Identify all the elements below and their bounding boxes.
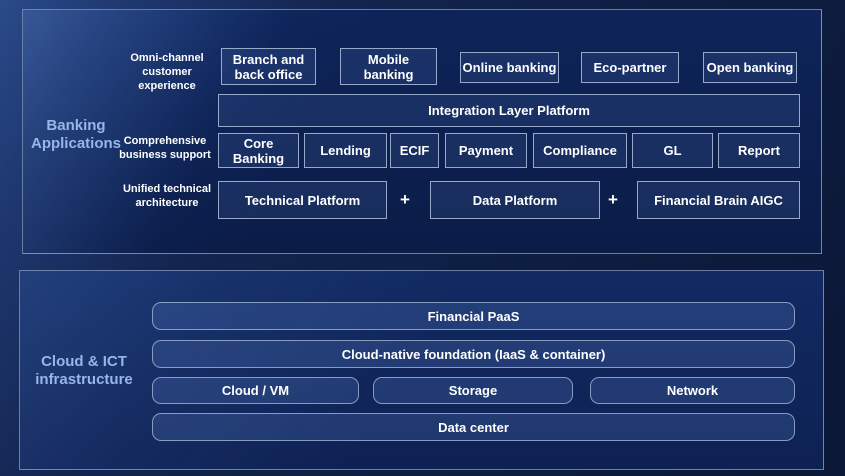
box-eco-partner: Eco-partner bbox=[581, 52, 679, 83]
box-core-banking: Core Banking bbox=[218, 133, 299, 168]
architecture-diagram: Banking Applications Omni-channel custom… bbox=[0, 0, 845, 476]
box-payment: Payment bbox=[445, 133, 527, 168]
box-network: Network bbox=[590, 377, 795, 404]
box-data-platform: Data Platform bbox=[430, 181, 600, 219]
box-financial-paas: Financial PaaS bbox=[152, 302, 795, 330]
label-omni-channel: Omni-channel customer experience bbox=[118, 51, 216, 93]
box-mobile-banking: Mobile banking bbox=[340, 48, 437, 85]
box-online-banking: Online banking bbox=[460, 52, 559, 83]
box-cloud-native-foundation: Cloud-native foundation (IaaS & containe… bbox=[152, 340, 795, 368]
box-integration-layer-platform: Integration Layer Platform bbox=[218, 94, 800, 127]
box-open-banking: Open banking bbox=[703, 52, 797, 83]
box-financial-brain-aigc: Financial Brain AIGC bbox=[637, 181, 800, 219]
box-ecif: ECIF bbox=[390, 133, 439, 168]
box-cloud-vm: Cloud / VM bbox=[152, 377, 359, 404]
box-compliance: Compliance bbox=[533, 133, 627, 168]
box-lending: Lending bbox=[304, 133, 387, 168]
box-storage: Storage bbox=[373, 377, 573, 404]
box-gl: GL bbox=[632, 133, 713, 168]
box-data-center: Data center bbox=[152, 413, 795, 441]
plus-separator-1: + bbox=[394, 190, 416, 210]
box-technical-platform: Technical Platform bbox=[218, 181, 387, 219]
box-report: Report bbox=[718, 133, 800, 168]
label-comprehensive-business-support: Comprehensive business support bbox=[114, 134, 216, 162]
cloud-ict-title: Cloud & ICT infrastructure bbox=[28, 353, 140, 389]
plus-separator-2: + bbox=[602, 190, 624, 210]
box-branch-and-back-office: Branch and back office bbox=[221, 48, 316, 85]
label-unified-technical-architecture: Unified technical architecture bbox=[118, 182, 216, 210]
